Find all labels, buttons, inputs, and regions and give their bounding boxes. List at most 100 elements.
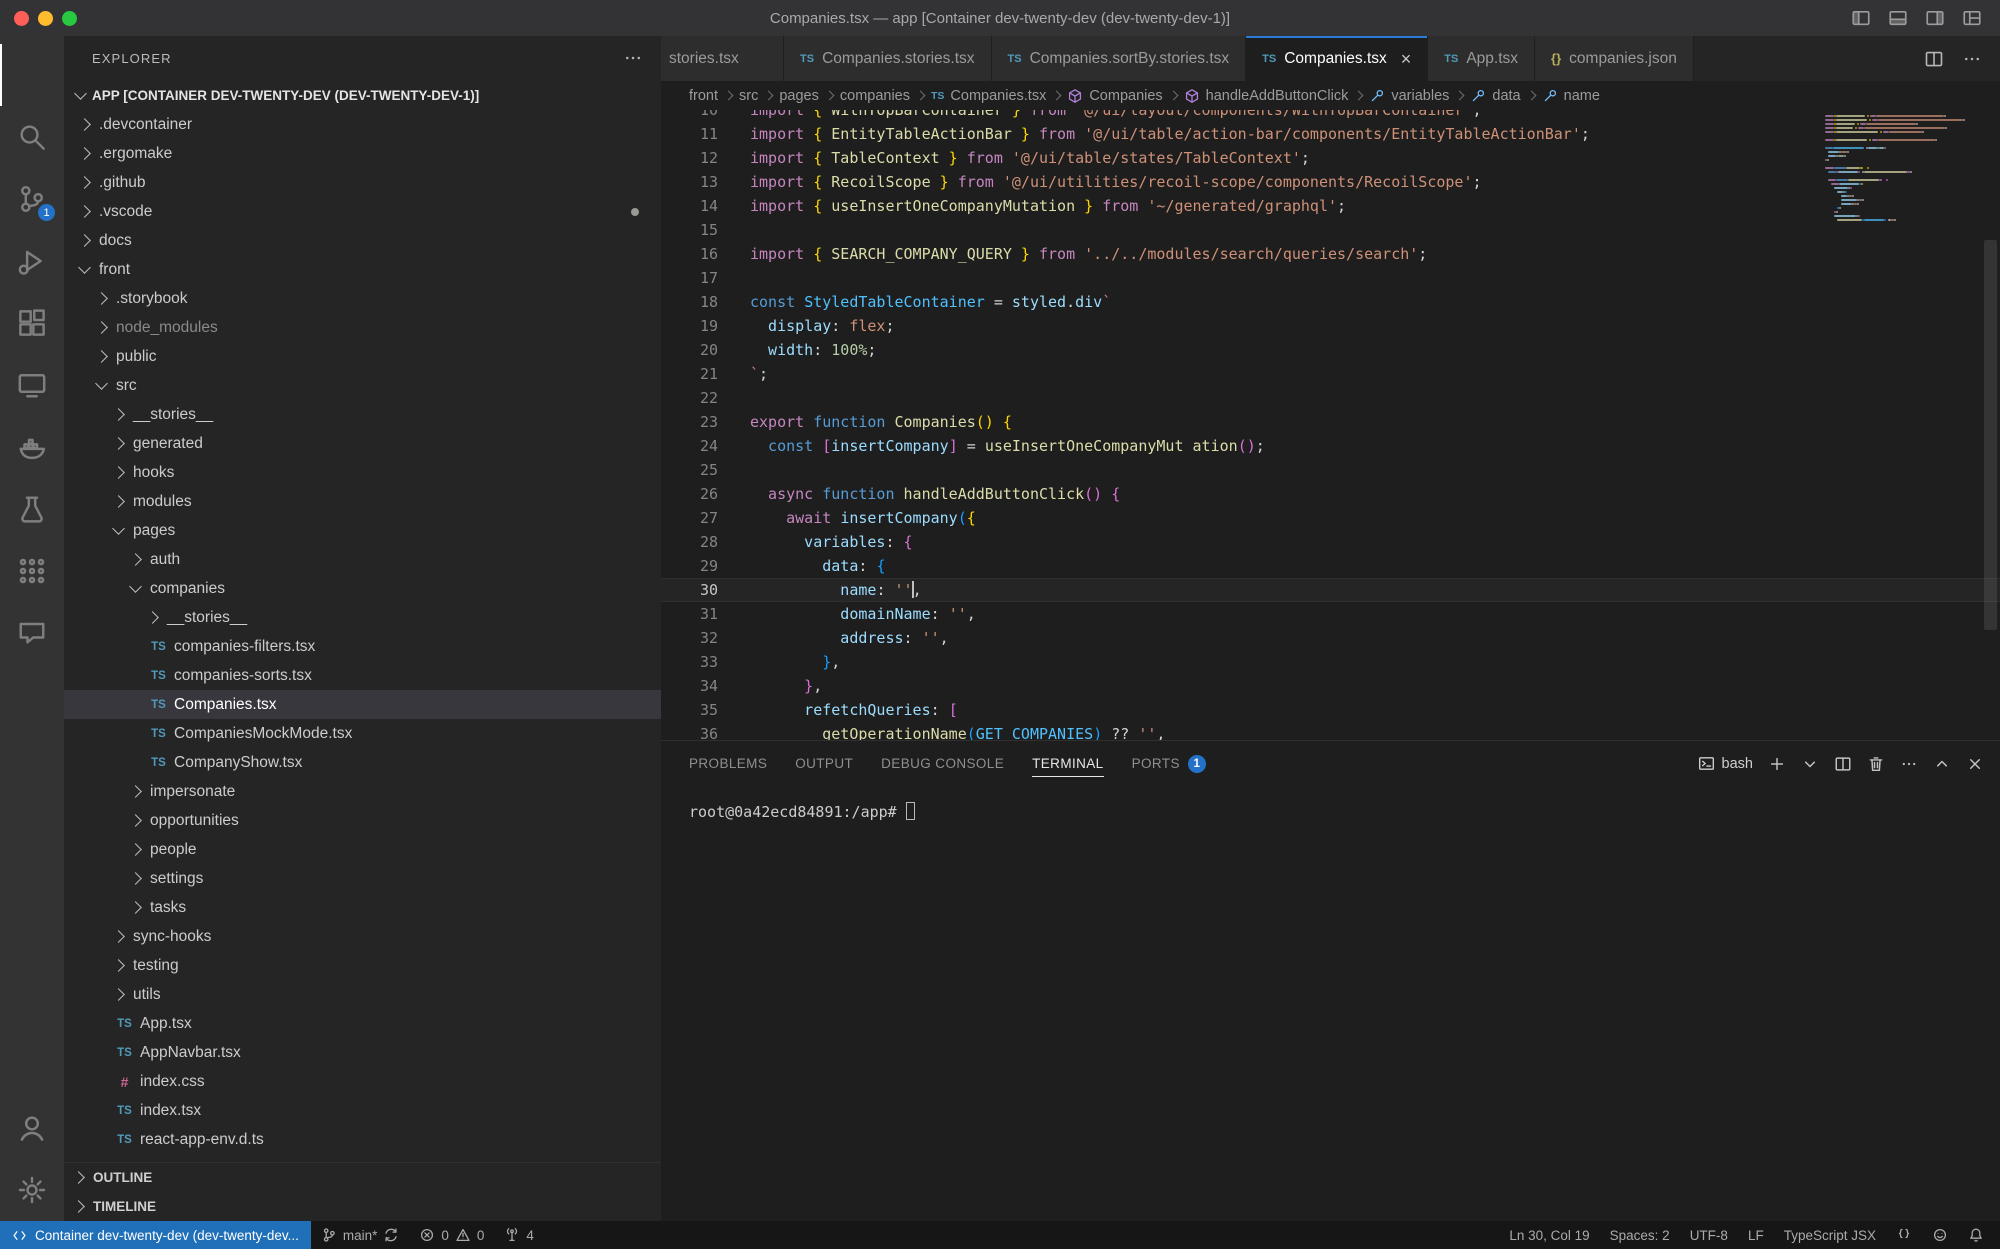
breadcrumb-item-companies[interactable]: companies: [840, 88, 910, 104]
tree-item-opportunities[interactable]: opportunities: [64, 806, 661, 835]
new-terminal-button[interactable]: [1768, 755, 1786, 773]
toggle-panel-button[interactable]: [1888, 8, 1908, 28]
panel-tab-problems[interactable]: PROBLEMS: [689, 741, 767, 786]
terminal[interactable]: root@0a42ecd84891:/app#: [661, 786, 2000, 821]
tree-item-pages[interactable]: pages: [64, 516, 661, 545]
tree-item-docs[interactable]: docs: [64, 226, 661, 255]
tab-stories-tsx[interactable]: stories.tsx: [661, 36, 784, 81]
activity-item-source-control[interactable]: 1: [0, 168, 64, 230]
activity-item-explorer[interactable]: [0, 44, 64, 106]
close-tab-button[interactable]: ×: [1401, 50, 1412, 68]
sidebar-section-outline[interactable]: OUTLINE: [64, 1163, 661, 1192]
problems-status[interactable]: 00: [409, 1221, 494, 1249]
sidebar-section-timeline[interactable]: TIMELINE: [64, 1192, 661, 1221]
tab-companies-sortby-stories-tsx[interactable]: TSCompanies.sortBy.stories.tsx: [992, 36, 1247, 81]
breadcrumb-item-data[interactable]: data: [1470, 88, 1520, 104]
tree-item-sync-hooks[interactable]: sync-hooks: [64, 922, 661, 951]
panel-tab-output[interactable]: OUTPUT: [795, 741, 853, 786]
tree-item-impersonate[interactable]: impersonate: [64, 777, 661, 806]
ports-status[interactable]: 4: [494, 1221, 544, 1249]
split-editor-button[interactable]: [1924, 49, 1944, 69]
tree-item-companies-sorts-tsx[interactable]: TScompanies-sorts.tsx: [64, 661, 661, 690]
tree-item-front[interactable]: front: [64, 255, 661, 284]
launch-profile-button[interactable]: [1801, 755, 1819, 773]
tab-companies-stories-tsx[interactable]: TSCompanies.stories.tsx: [784, 36, 992, 81]
breadcrumb-item-src[interactable]: src: [739, 88, 758, 104]
breadcrumb-item-companies[interactable]: Companies: [1067, 88, 1162, 104]
tree-item-tasks[interactable]: tasks: [64, 893, 661, 922]
tree-item-index-tsx[interactable]: TSindex.tsx: [64, 1096, 661, 1125]
tree-item-utils[interactable]: utils: [64, 980, 661, 1009]
tree-item-companies[interactable]: companies: [64, 574, 661, 603]
tree-item-stories[interactable]: __stories__: [64, 400, 661, 429]
tree-item-devcontainer[interactable]: .devcontainer: [64, 110, 661, 139]
panel-tab-ports[interactable]: PORTS1: [1132, 741, 1206, 786]
tab-companies-tsx[interactable]: TSCompanies.tsx×: [1246, 36, 1428, 81]
notifications-button[interactable]: [1958, 1221, 1994, 1249]
status-typescript-jsx[interactable]: TypeScript JSX: [1774, 1221, 1886, 1249]
split-terminal-button[interactable]: [1834, 755, 1852, 773]
workspace-section-header[interactable]: APP [CONTAINER DEV-TWENTY-DEV (DEV-TWENT…: [64, 80, 661, 110]
breadcrumb-item-pages[interactable]: pages: [779, 88, 819, 104]
tree-item-companies-tsx[interactable]: TSCompanies.tsx: [64, 690, 661, 719]
panel-tab-debug-console[interactable]: DEBUG CONSOLE: [881, 741, 1004, 786]
close-panel-button[interactable]: [1966, 755, 1984, 773]
git-branch-status[interactable]: main*: [311, 1221, 410, 1249]
code-editor[interactable]: 10import { WithTopBarContainer } from '@…: [661, 110, 2000, 740]
tree-item-companies-filters-tsx[interactable]: TScompanies-filters.tsx: [64, 632, 661, 661]
activity-item-search[interactable]: [0, 106, 64, 168]
tab-app-tsx[interactable]: TSApp.tsx: [1428, 36, 1535, 81]
tree-item-public[interactable]: public: [64, 342, 661, 371]
minimize-window-button[interactable]: [38, 11, 53, 26]
zoom-window-button[interactable]: [62, 11, 77, 26]
tree-item-node-modules[interactable]: node_modules: [64, 313, 661, 342]
tree-item-app-tsx[interactable]: TSApp.tsx: [64, 1009, 661, 1038]
tree-item-companyshow-tsx[interactable]: TSCompanyShow.tsx: [64, 748, 661, 777]
tree-item-hooks[interactable]: hooks: [64, 458, 661, 487]
toggle-primary-sidebar-button[interactable]: [1851, 8, 1871, 28]
tree-item-appnavbar-tsx[interactable]: TSAppNavbar.tsx: [64, 1038, 661, 1067]
status-utf-8[interactable]: UTF-8: [1680, 1221, 1738, 1249]
breadcrumb-item-companies-tsx[interactable]: TSCompanies.tsx: [931, 88, 1046, 104]
tree-item-ergomake[interactable]: .ergomake: [64, 139, 661, 168]
tab-companies-json[interactable]: {}companies.json: [1535, 36, 1694, 81]
activity-item-settings[interactable]: [0, 1159, 64, 1221]
tree-item-companiesmockmode-tsx[interactable]: TSCompaniesMockMode.tsx: [64, 719, 661, 748]
explorer-more-button[interactable]: [623, 48, 643, 68]
activity-item-blocks[interactable]: [0, 540, 64, 602]
shell-selector[interactable]: bash: [1698, 755, 1753, 772]
status-ln-30-col-19[interactable]: Ln 30, Col 19: [1499, 1221, 1599, 1249]
activity-item-docker[interactable]: [0, 416, 64, 478]
tree-item-generated[interactable]: generated: [64, 429, 661, 458]
tree-item-react-app-env-d-ts[interactable]: TSreact-app-env.d.ts: [64, 1125, 661, 1154]
panel-tab-terminal[interactable]: TERMINAL: [1032, 741, 1103, 786]
breadcrumb-item-variables[interactable]: variables: [1369, 88, 1449, 104]
toggle-secondary-sidebar-button[interactable]: [1925, 8, 1945, 28]
tree-item-index-css[interactable]: #index.css: [64, 1067, 661, 1096]
tree-item-auth[interactable]: auth: [64, 545, 661, 574]
status-lf[interactable]: LF: [1738, 1221, 1774, 1249]
activity-item-remote-explorer[interactable]: [0, 354, 64, 416]
breadcrumb-item-front[interactable]: front: [689, 88, 718, 104]
language-status-button[interactable]: [1886, 1221, 1922, 1249]
activity-item-accounts[interactable]: [0, 1097, 64, 1159]
tree-item-modules[interactable]: modules: [64, 487, 661, 516]
terminal-more-actions-button[interactable]: [1900, 755, 1918, 773]
tree-item-testing[interactable]: testing: [64, 951, 661, 980]
minimap[interactable]: [1825, 114, 1977, 222]
editor-more-actions-button[interactable]: [1962, 49, 1982, 69]
activity-item-comments[interactable]: [0, 602, 64, 664]
maximize-panel-button[interactable]: [1933, 755, 1951, 773]
feedback-button[interactable]: [1922, 1221, 1958, 1249]
tree-item-src[interactable]: src: [64, 371, 661, 400]
tree-item-github[interactable]: .github: [64, 168, 661, 197]
breadcrumb-item-handleaddbuttonclick[interactable]: handleAddButtonClick: [1184, 88, 1349, 104]
customize-layout-button[interactable]: [1962, 8, 1982, 28]
activity-item-extensions[interactable]: [0, 292, 64, 354]
status-spaces[interactable]: Spaces: 2: [1600, 1221, 1680, 1249]
activity-item-flask[interactable]: [0, 478, 64, 540]
tree-item-stories[interactable]: __stories__: [64, 603, 661, 632]
remote-indicator[interactable]: Container dev-twenty-dev (dev-twenty-dev…: [0, 1221, 311, 1249]
close-window-button[interactable]: [14, 11, 29, 26]
breadcrumb-item-name[interactable]: name: [1542, 88, 1600, 104]
